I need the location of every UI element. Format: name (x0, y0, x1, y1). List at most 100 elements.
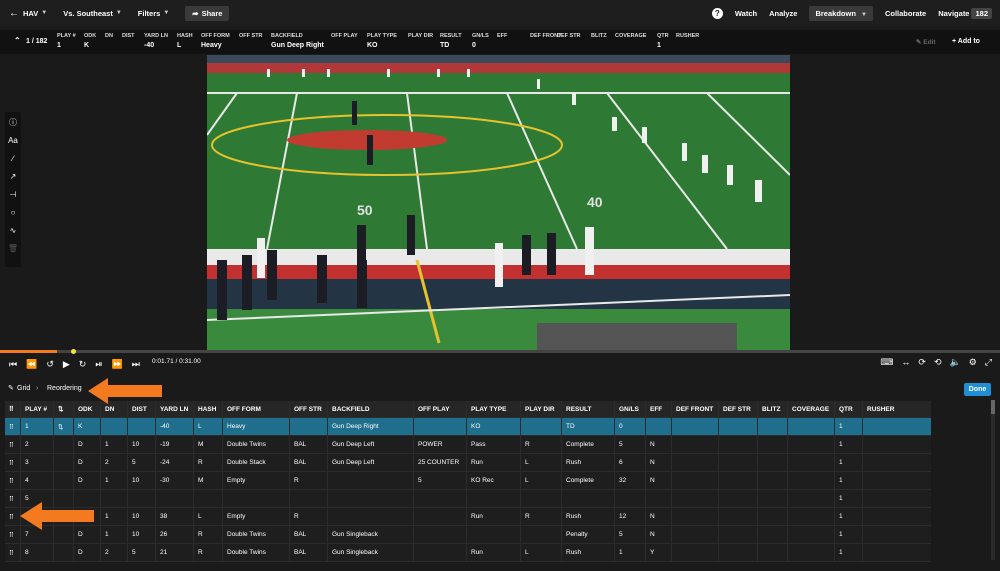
table-cell[interactable]: 1 (100, 436, 127, 453)
team-crumb[interactable]: HAV ▼ (23, 9, 47, 18)
table-cell[interactable] (787, 544, 834, 561)
table-cell[interactable]: Gun Deep Left (327, 436, 413, 453)
table-cell[interactable]: N (645, 472, 671, 489)
table-cell[interactable] (289, 418, 327, 435)
drag-handle-icon[interactable]: ⠿ (5, 454, 20, 471)
table-cell[interactable]: Rush (561, 544, 614, 561)
column-header[interactable]: OFF FORM (222, 401, 289, 417)
table-cell[interactable]: L (520, 544, 561, 561)
table-cell[interactable] (671, 472, 718, 489)
column-header[interactable]: DEF FRONT (671, 401, 718, 417)
table-cell[interactable]: N (645, 436, 671, 453)
table-cell[interactable] (718, 472, 757, 489)
line-tool-icon[interactable]: ∕ (12, 153, 13, 164)
table-cell[interactable]: N (645, 454, 671, 471)
table-cell[interactable] (757, 454, 787, 471)
table-cell[interactable]: R (289, 472, 327, 489)
table-cell[interactable]: 1 (614, 544, 645, 561)
table-cell[interactable] (671, 544, 718, 561)
table-cell[interactable]: 3 (20, 454, 53, 471)
table-cell[interactable]: Complete (561, 472, 614, 489)
table-cell[interactable] (757, 526, 787, 543)
table-cell[interactable]: Gun Deep Left (327, 454, 413, 471)
table-cell[interactable]: R (193, 544, 222, 561)
table-cell[interactable] (671, 436, 718, 453)
table-cell[interactable] (645, 490, 671, 507)
table-row[interactable]: ⠿ 7 D 1 10 26 R Double Twins BAL Gun Singleback Pe… (5, 526, 931, 544)
table-cell[interactable]: Gun Deep Right (327, 418, 413, 435)
table-cell[interactable]: K (73, 418, 100, 435)
table-cell[interactable] (155, 490, 193, 507)
table-cell[interactable] (413, 544, 466, 561)
collaborate-tab[interactable]: Collaborate (885, 9, 926, 18)
table-cell[interactable]: BAL (289, 544, 327, 561)
table-cell[interactable]: 1 (834, 526, 862, 543)
table-cell[interactable]: -40 (155, 418, 193, 435)
table-cell[interactable] (757, 436, 787, 453)
table-cell[interactable] (327, 472, 413, 489)
table-row[interactable]: ⠿ 8 D 2 5 21 R Double Twins BAL Gun Singleback Run… (5, 544, 931, 562)
table-cell[interactable]: 5 (614, 436, 645, 453)
table-cell[interactable] (614, 490, 645, 507)
column-header[interactable]: RUSHER (862, 401, 931, 417)
table-cell[interactable] (520, 526, 561, 543)
table-cell[interactable] (645, 418, 671, 435)
table-cell[interactable]: 32 (614, 472, 645, 489)
share-button[interactable]: ➦ Share (185, 5, 230, 21)
table-cell[interactable]: 1 (834, 454, 862, 471)
table-cell[interactable] (862, 490, 931, 507)
table-cell[interactable]: Empty (222, 508, 289, 525)
text-tool-icon[interactable]: Aa (8, 135, 18, 146)
table-cell[interactable] (862, 508, 931, 525)
table-cell[interactable]: 6 (614, 454, 645, 471)
table-cell[interactable]: 12 (614, 508, 645, 525)
rewind-icon[interactable]: ⏪ (26, 359, 37, 370)
table-cell[interactable] (222, 490, 289, 507)
repeat-icon[interactable]: ⟲ (934, 357, 942, 368)
column-header[interactable]: DEF STR (718, 401, 757, 417)
info-icon[interactable]: ⓘ (9, 117, 17, 128)
table-cell[interactable]: L (520, 454, 561, 471)
table-cell[interactable]: 25 COUNTER (413, 454, 466, 471)
column-header[interactable]: COVERAGE (787, 401, 834, 417)
table-cell[interactable]: 5 (614, 526, 645, 543)
table-cell[interactable]: 1 (834, 508, 862, 525)
table-cell[interactable]: Run (466, 454, 520, 471)
fast-forward-icon[interactable]: ⏩ (112, 359, 123, 370)
collapse-chevron-icon[interactable]: ⌃ (14, 36, 21, 45)
table-cell[interactable] (787, 508, 834, 525)
table-cell[interactable]: 2 (100, 454, 127, 471)
table-cell[interactable] (718, 526, 757, 543)
table-cell[interactable] (718, 508, 757, 525)
table-cell[interactable]: Pass (466, 436, 520, 453)
table-cell[interactable]: 10 (127, 472, 155, 489)
table-cell[interactable]: 10 (127, 436, 155, 453)
table-cell[interactable]: Y (645, 544, 671, 561)
table-cell[interactable]: -30 (155, 472, 193, 489)
table-cell[interactable]: 1 (20, 418, 53, 435)
fullscreen-icon[interactable]: ⤢ (985, 357, 992, 368)
play-icon[interactable]: ▶ (63, 359, 70, 370)
circle-tool-icon[interactable]: ○ (11, 207, 16, 218)
table-cell[interactable]: Run (466, 508, 520, 525)
table-cell[interactable] (671, 508, 718, 525)
table-cell[interactable]: L (193, 418, 222, 435)
analyze-tab[interactable]: Analyze (769, 9, 797, 18)
column-header[interactable]: BACKFIELD (327, 401, 413, 417)
table-cell[interactable] (520, 418, 561, 435)
table-cell[interactable]: 8 (20, 544, 53, 561)
drag-handle-icon[interactable]: ⠿ (5, 544, 20, 561)
table-cell[interactable] (289, 490, 327, 507)
table-row[interactable]: ⠿ 3 D 2 5 -24 R Double Stack BAL Gun Deep Left 25 … (5, 454, 931, 472)
table-cell[interactable] (53, 472, 73, 489)
table-cell[interactable]: R (193, 526, 222, 543)
table-cell[interactable]: 5 (413, 472, 466, 489)
forward-loop-icon[interactable]: ↻ (79, 359, 87, 370)
t-line-tool-icon[interactable]: ⊣ (10, 189, 17, 200)
table-cell[interactable]: 10 (127, 526, 155, 543)
table-cell[interactable] (413, 490, 466, 507)
table-cell[interactable] (413, 508, 466, 525)
column-header[interactable]: HASH (193, 401, 222, 417)
table-cell[interactable]: D (73, 544, 100, 561)
table-cell[interactable]: 26 (155, 526, 193, 543)
